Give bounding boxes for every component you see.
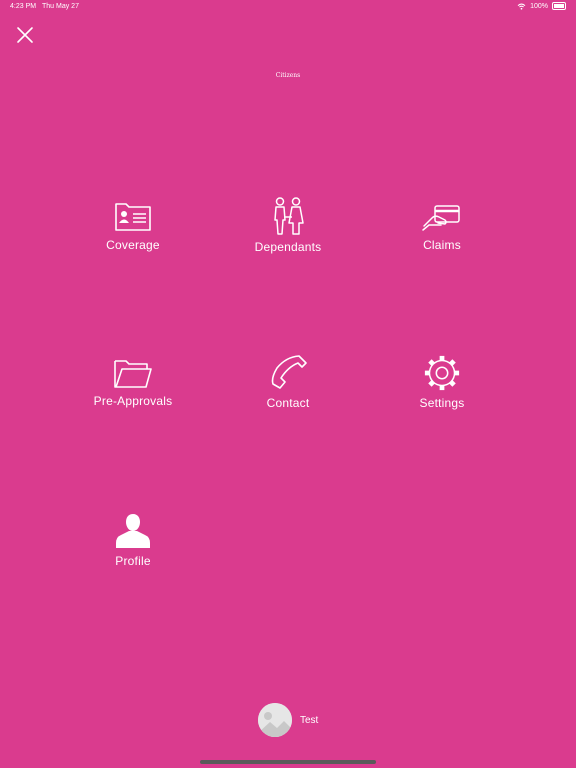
status-right: 100% (517, 2, 566, 10)
battery-icon (552, 2, 566, 10)
profile-label: Profile (115, 554, 151, 568)
dependants-menu-item[interactable]: Dependants (218, 196, 358, 254)
brand-logo: Citizens (275, 72, 301, 79)
dependants-label: Dependants (254, 240, 322, 254)
status-date: Thu May 27 (42, 3, 79, 10)
status-time: 4:23 PM (10, 3, 37, 10)
avatar (258, 703, 292, 737)
settings-label: Settings (419, 396, 465, 410)
folder-icon (114, 360, 152, 388)
home-indicator (200, 760, 376, 764)
claims-menu-item[interactable]: Claims (372, 200, 512, 252)
contact-menu-item[interactable]: Contact (218, 354, 358, 410)
preapprovals-label: Pre-Approvals (93, 394, 173, 408)
claims-label: Claims (423, 238, 461, 252)
couple-icon (274, 197, 304, 235)
person-icon (116, 514, 150, 548)
hand-card-icon (422, 205, 460, 231)
coverage-menu-item[interactable]: Coverage (63, 200, 203, 252)
phone-icon (271, 355, 307, 389)
close-button[interactable] (14, 24, 36, 46)
close-icon (17, 27, 33, 43)
image-placeholder-icon (258, 703, 292, 737)
settings-menu-item[interactable]: Settings (372, 354, 512, 410)
coverage-label: Coverage (106, 238, 160, 252)
user-account[interactable]: Test (258, 703, 318, 737)
contact-label: Contact (266, 396, 310, 410)
id-card-icon (115, 203, 151, 231)
gear-icon (424, 355, 460, 391)
profile-menu-item[interactable]: Profile (63, 512, 203, 568)
battery-percent: 100% (530, 2, 548, 10)
status-bar: 4:23 PM Thu May 27 100% (0, 0, 576, 16)
wifi-icon (517, 3, 526, 10)
preapprovals-menu-item[interactable]: Pre-Approvals (63, 356, 203, 408)
user-name: Test (300, 714, 319, 726)
